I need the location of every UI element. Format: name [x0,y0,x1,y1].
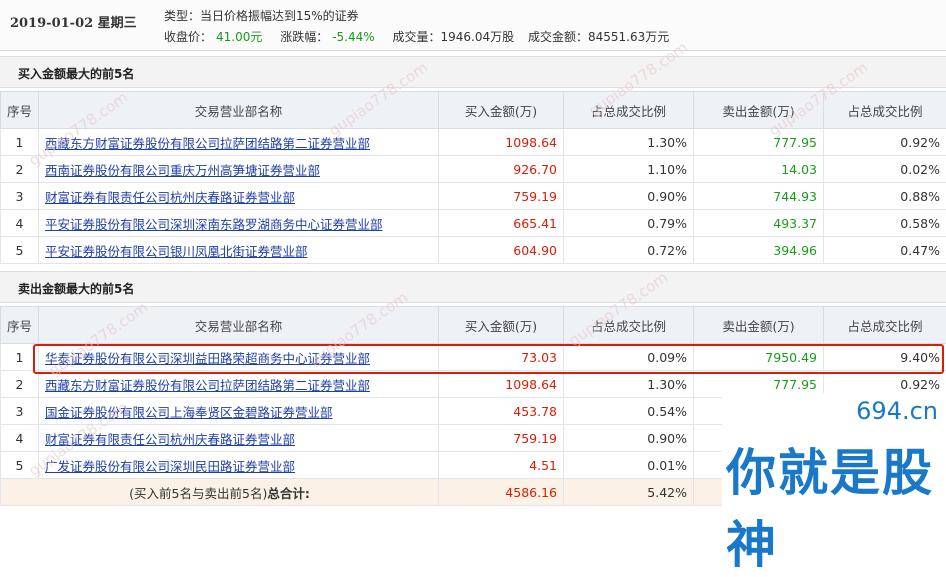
buy-amount: 73.03 [439,344,564,371]
badge-slogan: 你就是股神 [726,433,946,577]
buy-amount: 1098.64 [439,371,564,398]
close-label: 收盘价： [164,30,212,44]
stock-stats: 收盘价： 41.00元 涨跌幅： -5.44% 成交量：1946.04万股 成交金额… [164,28,673,45]
buy-amount: 604.90 [439,237,564,264]
badge-url: 694.cn [856,397,938,425]
row-index: 2 [1,371,39,398]
sell-ratio: 0.47% [824,237,946,264]
table-row: 2西南证券股份有限公司重庆万州高笋塘证券营业部926.701.10%14.030… [1,156,946,183]
buy-ratio: 0.72% [564,237,694,264]
sell-ratio: 9.40% [824,344,946,371]
table-row: 3财富证券有限责任公司杭州庆春路证券营业部759.190.90%744.930.… [1,183,946,210]
buy-ratio: 0.79% [564,210,694,237]
col-header: 卖出金额(万) [694,307,824,344]
buy-amount: 453.78 [439,398,564,425]
broker-name-link[interactable]: 财富证券有限责任公司杭州庆春路证券营业部 [39,183,439,210]
buy-ratio: 1.30% [564,129,694,156]
col-header: 序号 [1,92,39,129]
buy-section-title: 买入金额最大的前5名 [0,56,946,88]
table-row: 1西藏东方财富证券股份有限公司拉萨团结路第二证券营业部1098.641.30%7… [1,129,946,156]
buy-ratio: 1.30% [564,371,694,398]
change-label: 涨跌幅： [280,30,328,44]
broker-name-link[interactable]: 平安证券股份有限公司深圳深南东路罗湖商务中心证券营业部 [39,210,439,237]
broker-name-link[interactable]: 西藏东方财富证券股份有限公司拉萨团结路第二证券营业部 [39,371,439,398]
stock-info-header: 2019-01-02 星期三 类型：当日价格振幅达到15%的证券 收盘价： 41.… [0,0,946,51]
row-index: 3 [1,398,39,425]
broker-name-link[interactable]: 广发证券股份有限公司深圳民田路证券营业部 [39,452,439,479]
buy-ratio: 0.09% [564,344,694,371]
row-index: 5 [1,237,39,264]
table-row: 4平安证券股份有限公司深圳深南东路罗湖商务中心证券营业部665.410.79%4… [1,210,946,237]
sell-amount: 394.96 [694,237,824,264]
broker-name-link[interactable]: 平安证券股份有限公司银川凤凰北街证券营业部 [39,237,439,264]
sell-amount: 777.95 [694,129,824,156]
sell-ratio: 0.58% [824,210,946,237]
total-buy-ratio: 5.42% [564,479,694,506]
broker-name-link[interactable]: 西南证券股份有限公司重庆万州高笋塘证券营业部 [39,156,439,183]
col-header: 序号 [1,307,39,344]
buy-amount: 759.19 [439,183,564,210]
buy-ratio: 0.54% [564,398,694,425]
row-index: 1 [1,344,39,371]
buy-ratio: 1.10% [564,156,694,183]
total-label-bold: 总合计: [267,486,310,501]
site-badge: 694.cn 你就是股神 [722,393,946,512]
col-header: 占总成交比例 [564,92,694,129]
buy-ratio: 0.90% [564,425,694,452]
buy-amount: 4.51 [439,452,564,479]
change-value: -5.44% [332,30,374,44]
buy-amount: 665.41 [439,210,564,237]
table-row: 5平安证券股份有限公司银川凤凰北街证券营业部604.900.72%394.960… [1,237,946,264]
stock-type: 类型：当日价格振幅达到15%的证券 [164,7,359,24]
sell-ratio: 0.92% [824,129,946,156]
volume: 成交量：1946.04万股 [393,30,515,44]
sell-ratio: 0.88% [824,183,946,210]
close-value: 41.00元 [216,30,262,44]
table-row: 1华泰证券股份有限公司深圳益田路荣超商务中心证券营业部73.030.09%795… [1,344,946,371]
buy-amount: 926.70 [439,156,564,183]
sell-amount: 744.93 [694,183,824,210]
buy-ratio: 0.90% [564,183,694,210]
sell-amount: 7950.49 [694,344,824,371]
buy-amount: 759.19 [439,425,564,452]
total-buy-amount: 4586.16 [439,479,564,506]
total-label-prefix: (买入前5名与卖出前5名) [129,486,267,501]
col-header: 买入金额(万) [439,92,564,129]
col-header: 买入金额(万) [439,307,564,344]
col-header: 占总成交比例 [824,307,946,344]
turnover: 成交金额：84551.63万元 [528,30,669,44]
buy-amount: 1098.64 [439,129,564,156]
row-index: 4 [1,210,39,237]
broker-name-link[interactable]: 西藏东方财富证券股份有限公司拉萨团结路第二证券营业部 [39,129,439,156]
sell-ratio: 0.02% [824,156,946,183]
buy-ratio: 0.01% [564,452,694,479]
row-index: 4 [1,425,39,452]
sell-amount: 493.37 [694,210,824,237]
total-label: (买入前5名与卖出前5名)总合计: [1,479,439,506]
sell-section-title: 卖出金额最大的前5名 [0,271,946,303]
row-index: 3 [1,183,39,210]
sell-amount: 14.03 [694,156,824,183]
trade-date: 2019-01-02 星期三 [10,12,137,31]
col-header: 占总成交比例 [824,92,946,129]
